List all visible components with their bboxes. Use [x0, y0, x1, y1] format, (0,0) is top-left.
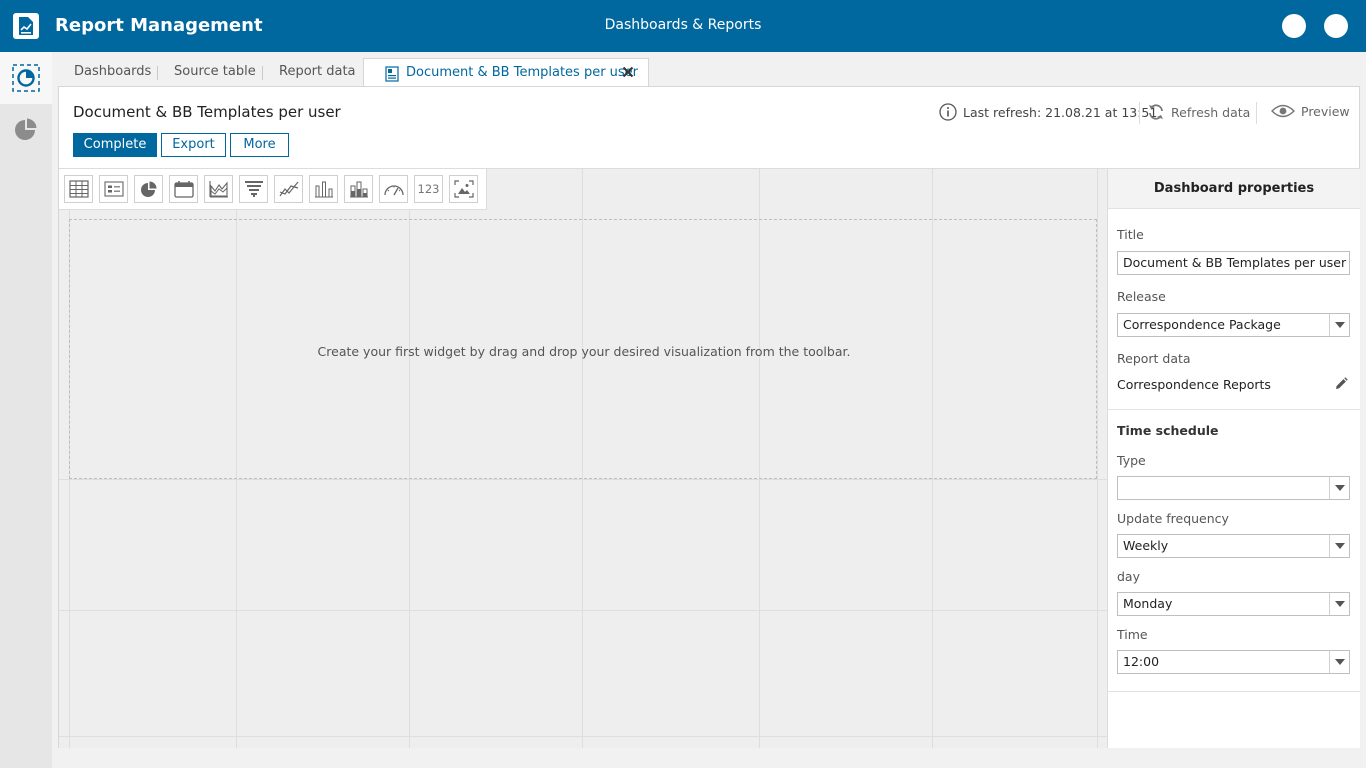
list-icon[interactable] [99, 175, 128, 203]
type-select[interactable] [1117, 476, 1350, 500]
time-value: 12:00 [1123, 654, 1160, 669]
refresh-data-button[interactable]: Refresh data [1147, 103, 1250, 121]
release-label: Release [1117, 289, 1166, 304]
last-refresh-text: Last refresh: 21.08.21 at 13:51 [963, 104, 1158, 120]
calendar-icon[interactable] [169, 175, 198, 203]
chevron-down-icon [1329, 651, 1349, 673]
rail-reports[interactable] [0, 104, 52, 156]
number-icon[interactable]: 123 [414, 175, 443, 203]
grid-line [59, 610, 1107, 611]
edit-pencil-icon[interactable] [1334, 377, 1348, 391]
bar-chart-icon[interactable] [309, 175, 338, 203]
close-icon[interactable] [622, 66, 634, 78]
section-title: Dashboards & Reports [604, 17, 762, 33]
properties-header: Dashboard properties [1108, 169, 1360, 209]
table-icon[interactable] [64, 175, 93, 203]
empty-state-text: Create your first widget by drag and dro… [317, 344, 851, 359]
type-label: Type [1117, 453, 1146, 468]
grid-line [1097, 169, 1098, 748]
title-input[interactable]: Document & BB Templates per user [1117, 251, 1350, 275]
update-frequency-value: Weekly [1123, 538, 1169, 553]
time-schedule-heading: Time schedule [1117, 423, 1219, 438]
divider [1256, 102, 1257, 124]
chevron-down-icon [1329, 477, 1349, 499]
report-data-label: Report data [1117, 351, 1191, 366]
chevron-down-icon [1329, 314, 1349, 336]
report-data-value: Correspondence Reports [1117, 377, 1271, 392]
funnel-icon[interactable] [239, 175, 268, 203]
line-chart-icon[interactable] [274, 175, 303, 203]
widget-dropzone[interactable]: Create your first widget by drag and dro… [69, 219, 1097, 479]
tab-report-data[interactable]: Report data [279, 58, 356, 87]
app-header: Report Management Dashboards & Reports [0, 0, 1366, 52]
image-icon[interactable] [449, 175, 478, 203]
update-frequency-select[interactable]: Weekly [1117, 534, 1350, 558]
user-avatar[interactable] [1282, 14, 1306, 38]
complete-button[interactable]: Complete [73, 133, 157, 157]
update-frequency-label: Update frequency [1117, 511, 1229, 526]
refresh-data-label: Refresh data [1171, 104, 1251, 120]
area-chart-icon[interactable] [204, 175, 233, 203]
day-label: day [1117, 569, 1140, 584]
pie-chart-icon [15, 118, 37, 140]
page-title: Document & BB Templates per user [73, 103, 341, 121]
tab-source-table[interactable]: Source table [174, 58, 256, 87]
preview-button[interactable]: Preview [1271, 103, 1350, 119]
time-label: Time [1117, 627, 1148, 642]
report-doc-icon [385, 66, 399, 82]
section-divider [1108, 409, 1360, 410]
stacked-bar-chart-icon[interactable] [344, 175, 373, 203]
release-value: Correspondence Package [1123, 317, 1281, 332]
chevron-down-icon [1329, 535, 1349, 557]
left-rail [0, 52, 52, 768]
time-select[interactable]: 12:00 [1117, 650, 1350, 674]
tab-dashboards[interactable]: Dashboards [74, 58, 151, 87]
more-button[interactable]: More [230, 133, 289, 157]
chevron-down-icon [1329, 593, 1349, 615]
preview-label: Preview [1301, 103, 1350, 119]
export-button[interactable]: Export [161, 133, 226, 157]
rail-dashboards[interactable] [0, 52, 52, 104]
eye-icon [1271, 104, 1295, 118]
release-select[interactable]: Correspondence Package [1117, 313, 1350, 337]
tab-divider [157, 66, 158, 80]
dashboard-icon [12, 64, 40, 92]
title-label: Title [1117, 227, 1144, 242]
divider [1139, 102, 1140, 124]
tab-document-templates[interactable]: Document & BB Templates per user [363, 58, 649, 87]
last-refresh-info: Last refresh: 21.08.21 at 13:51 [939, 103, 1157, 121]
day-select[interactable]: Monday [1117, 592, 1350, 616]
visualization-toolbar: 123 [59, 169, 487, 210]
grid-line [59, 479, 1107, 480]
tab-label: Document & BB Templates per user [406, 65, 639, 80]
day-value: Monday [1123, 596, 1173, 611]
main-panel: Document & BB Templates per user Complet… [58, 86, 1360, 748]
settings-avatar[interactable] [1324, 14, 1348, 38]
grid-line [59, 736, 1107, 737]
gauge-icon[interactable] [379, 175, 408, 203]
info-icon [939, 103, 957, 121]
refresh-icon [1149, 104, 1163, 120]
dashboard-properties-panel: Dashboard properties Title Document & BB… [1107, 168, 1360, 748]
dashboard-canvas[interactable]: Create your first widget by drag and dro… [59, 168, 1107, 748]
tab-divider [262, 66, 263, 80]
pie-chart-icon[interactable] [134, 175, 163, 203]
section-divider [1108, 691, 1360, 692]
